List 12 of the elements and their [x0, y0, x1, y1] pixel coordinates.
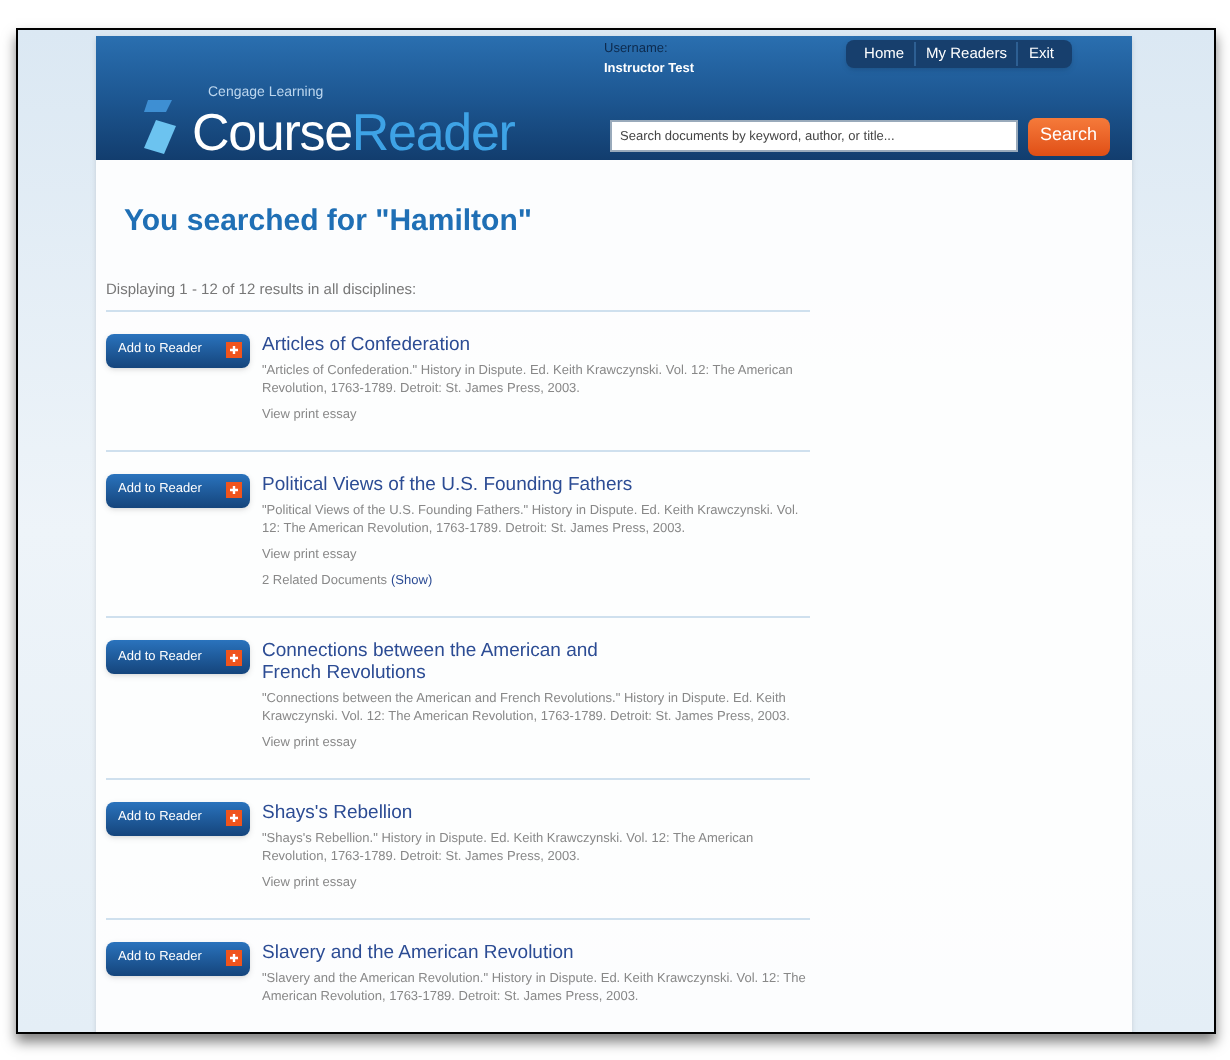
result-title[interactable]: Articles of Confederation [262, 333, 642, 356]
course-reader-logo: CourseReader [192, 104, 515, 160]
plus-icon [226, 810, 242, 827]
result-title[interactable]: Connections between the American and French Revolutions [262, 640, 642, 684]
plus-icon [226, 950, 242, 966]
result-title[interactable]: Shays's Rebellion [262, 801, 642, 824]
plus-icon [226, 482, 242, 498]
plus-icon [226, 342, 242, 359]
plus-icon [226, 649, 242, 665]
result-title[interactable]: Slavery and the American Revolution [262, 941, 642, 963]
results-heading: You searched for "Hamilton" [124, 202, 534, 242]
result-title[interactable]: Political Views of the U.S. Founding Fathers [262, 473, 642, 495]
